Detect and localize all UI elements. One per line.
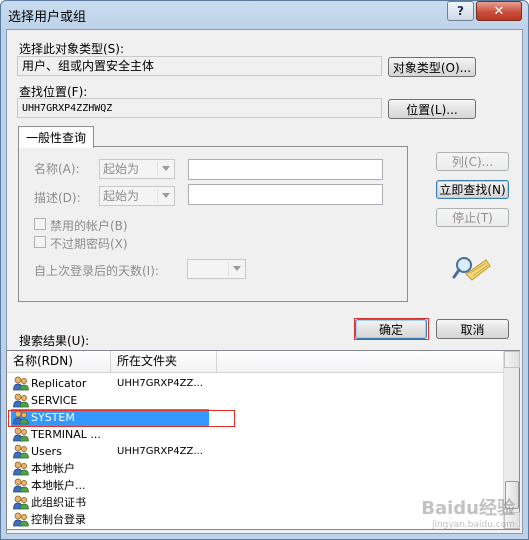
watermark: Baidu经验 jingyan.baidu.com <box>421 494 515 530</box>
object-types-button[interactable]: 对象类型(O)... <box>388 57 476 77</box>
group-icon <box>13 444 29 459</box>
row-folder: UHH7GRXP4ZZ... <box>117 446 203 457</box>
row-name: 控制台登录 <box>31 513 86 526</box>
stop-button[interactable]: 停止(T) <box>436 208 509 227</box>
group-icon <box>13 461 29 476</box>
table-row[interactable]: Users UHH7GRXP4ZZ... <box>7 443 504 460</box>
chevron-down-icon <box>233 266 241 271</box>
group-icon <box>13 427 29 442</box>
scroll-up-button[interactable] <box>504 351 520 368</box>
group-icon <box>13 376 29 391</box>
row-name: 本地帐户... <box>31 479 86 492</box>
search-icon <box>452 257 491 281</box>
object-type-label: 选择此对象类型(S): <box>19 42 125 56</box>
table-row[interactable]: TERMINAL ... <box>7 426 504 443</box>
disabled-accounts-label: 禁用的帐户(B) <box>50 219 128 233</box>
group-icon <box>13 495 29 510</box>
help-button[interactable]: ? <box>447 1 474 21</box>
chevron-down-icon <box>162 166 170 171</box>
location-field: UHH7GRXP4ZZHWQZ <box>17 98 382 118</box>
watermark-brand: Baidu经验 <box>421 498 515 519</box>
find-now-button[interactable]: 立即查找(N) <box>436 180 509 199</box>
locations-button[interactable]: 位置(L)... <box>388 99 476 119</box>
row-name: 此组织证书 <box>31 496 86 509</box>
object-type-field: 用户、组或内置安全主体 <box>17 56 382 76</box>
ok-button-highlight <box>354 318 429 340</box>
close-button[interactable]: ✕ <box>476 1 522 21</box>
table-row[interactable]: SERVICE <box>7 392 504 409</box>
table-row[interactable]: Replicator UHH7GRXP4ZZ... <box>7 375 504 392</box>
name-label: 名称(A): <box>34 162 80 176</box>
row-name: Users <box>31 445 62 458</box>
group-icon <box>13 393 29 408</box>
days-since-logon-select[interactable] <box>187 259 246 279</box>
description-mode-value: 起始为 <box>103 189 140 203</box>
row-name: SERVICE <box>31 394 78 407</box>
row-name: 本地帐户 <box>31 462 75 475</box>
row-name: TERMINAL ... <box>31 428 101 441</box>
row-folder: UHH7GRXP4ZZ... <box>117 378 203 389</box>
chevron-down-icon <box>162 193 170 198</box>
name-mode-select[interactable]: 起始为 <box>99 159 175 179</box>
group-icon <box>13 512 29 527</box>
description-mode-select[interactable]: 起始为 <box>99 186 175 206</box>
columns-button[interactable]: 列(C)... <box>436 152 509 171</box>
watermark-url: jingyan.baidu.com <box>431 520 515 530</box>
tab-common-queries[interactable]: 一般性查询 <box>18 126 94 148</box>
system-row-highlight <box>8 410 235 427</box>
non-expiring-password-label: 不过期密码(X) <box>50 237 128 251</box>
table-row[interactable]: 本地帐户... <box>7 477 504 494</box>
days-since-logon-label: 自上次登录后的天数(I): <box>34 264 159 278</box>
disabled-accounts-checkbox[interactable] <box>34 218 46 230</box>
table-row[interactable]: 本地帐户 <box>7 460 504 477</box>
column-header-spacer <box>217 351 504 373</box>
name-mode-value: 起始为 <box>103 162 140 176</box>
group-icon <box>13 478 29 493</box>
name-input[interactable] <box>188 159 383 180</box>
column-header-folder[interactable]: 所在文件夹 <box>111 351 217 373</box>
non-expiring-password-checkbox[interactable] <box>34 236 46 248</box>
cancel-button[interactable]: 取消 <box>436 319 509 339</box>
search-results-label: 搜索结果(U): <box>19 334 90 348</box>
description-label: 描述(D): <box>34 191 81 205</box>
column-header-name[interactable]: 名称(RDN) <box>7 351 111 373</box>
window-title: 选择用户或组 <box>8 10 87 25</box>
row-name: Replicator <box>31 377 87 390</box>
description-input[interactable] <box>188 184 383 205</box>
